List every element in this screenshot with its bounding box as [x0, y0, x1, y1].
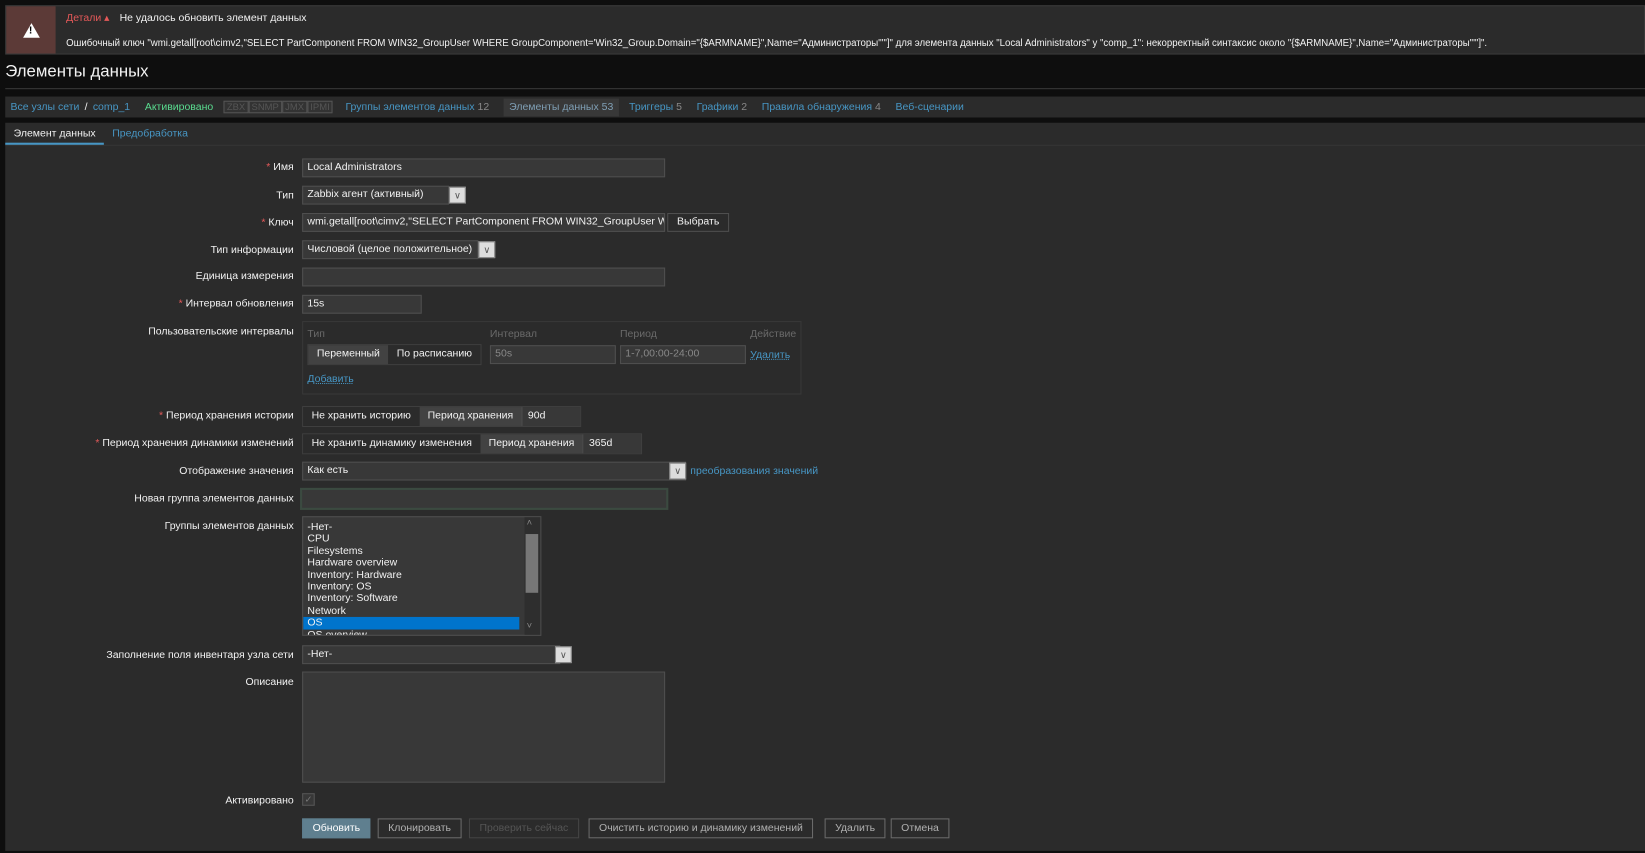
history-on-option[interactable]: Период хранения: [419, 407, 522, 426]
nav-applications[interactable]: Группы элементов данных 12: [345, 101, 489, 113]
active-tab-indicator: [5, 142, 104, 145]
scrollbar[interactable]: ˄ ˅: [524, 517, 541, 635]
chevron-down-icon[interactable]: ∨: [449, 186, 466, 204]
scrollbar-thumb[interactable]: [525, 534, 539, 593]
interval-label: * Интервал обновления: [178, 297, 294, 310]
custom-intervals-table: Тип Интервал Период Действие Переменный …: [302, 321, 802, 395]
apps-option[interactable]: OS: [303, 617, 520, 630]
history-toggle: Не хранить историю Период хранения 90d: [302, 406, 582, 428]
badge-ipmi: IPMI: [307, 100, 333, 114]
inventory-select[interactable]: -Нет-: [302, 645, 561, 665]
page-title: Элементы данных: [5, 62, 149, 81]
apps-option[interactable]: Inventory: Hardware: [303, 569, 540, 581]
valuemap-select[interactable]: Как есть: [302, 461, 687, 481]
select-key-button[interactable]: Выбрать: [667, 212, 730, 232]
description-label: Описание: [245, 676, 294, 689]
chevron-down-icon[interactable]: ∨: [669, 462, 687, 480]
apps-label: Группы элементов данных: [164, 520, 294, 532]
nav-items[interactable]: Элементы данных 53: [503, 98, 619, 116]
apps-option[interactable]: Filesystems: [303, 545, 540, 557]
name-label: * Имя: [266, 161, 294, 174]
trends-off-option[interactable]: Не хранить динамику изменения: [303, 434, 481, 454]
tab-item[interactable]: Элемент данных: [14, 128, 96, 140]
units-label: Единица измерения: [195, 270, 294, 283]
interval-input[interactable]: 15s: [302, 294, 422, 314]
nav-triggers[interactable]: Триггеры 5: [629, 101, 682, 113]
chevron-down-icon[interactable]: ∨: [554, 646, 572, 664]
history-input[interactable]: 90d: [521, 407, 581, 426]
apps-listbox[interactable]: -Нет- CPU Filesystems Hardware overview Inve…: [302, 516, 542, 636]
name-input[interactable]: Local Administrators: [302, 158, 666, 178]
info-type-label: Тип информации: [210, 244, 294, 257]
scroll-down-icon[interactable]: ˅: [527, 620, 533, 630]
add-interval-link[interactable]: Добавить: [307, 374, 353, 386]
nav-discovery-rules[interactable]: Правила обнаружения 4: [762, 101, 881, 113]
trends-input[interactable]: 365d: [582, 434, 642, 454]
new-app-input[interactable]: [300, 487, 669, 510]
col-type: Тип: [307, 328, 325, 340]
cancel-button[interactable]: Отмена: [890, 818, 950, 839]
apps-option[interactable]: Network: [303, 605, 540, 617]
nav-web-scenarios[interactable]: Веб-сценарии: [895, 101, 963, 113]
col-period: Период: [620, 328, 657, 340]
key-label: * Ключ: [261, 217, 294, 229]
delete-button[interactable]: Удалить: [824, 818, 886, 839]
error-title: Не удалось обновить элемент данных: [119, 12, 307, 25]
host-nav: Все узлы сети / comp_1 Активировано ZBX …: [5, 96, 1645, 118]
enabled-checkbox[interactable]: ✓: [302, 793, 315, 806]
host-link[interactable]: comp_1: [93, 101, 130, 113]
details-toggle[interactable]: Детали ▴: [66, 13, 109, 25]
check-now-button[interactable]: Проверить сейчас: [468, 818, 579, 839]
all-hosts-link[interactable]: Все узлы сети: [10, 101, 79, 113]
error-message-box: ! Детали ▴ Не удалось обновить элемент д…: [5, 5, 1645, 55]
description-textarea[interactable]: [302, 671, 666, 783]
badge-jmx: JMX: [281, 100, 308, 114]
col-interval: Интервал: [489, 328, 538, 340]
trends-label: * Период хранения динамики изменений: [95, 437, 294, 450]
new-app-label: Новая группа элементов данных: [134, 493, 294, 505]
trends-on-option[interactable]: Период хранения: [480, 434, 583, 454]
col-action: Действие: [750, 328, 797, 340]
flexible-option[interactable]: Переменный: [308, 345, 389, 365]
scheduling-option[interactable]: По расписанию: [388, 345, 481, 365]
custom-intervals-label: Пользовательские интервалы: [148, 326, 294, 338]
badge-zbx: ZBX: [223, 100, 249, 114]
apps-option[interactable]: Hardware overview: [303, 557, 540, 569]
apps-option[interactable]: -Нет-: [303, 521, 540, 533]
chevron-down-icon[interactable]: ∨: [478, 241, 496, 259]
breadcrumb-separator: /: [84, 101, 88, 113]
enabled-label: Активировано: [225, 795, 294, 807]
tab-preprocessing[interactable]: Предобработка: [112, 128, 188, 140]
value-mappings-link[interactable]: преобразования значений: [690, 466, 818, 478]
apps-option[interactable]: Inventory: OS: [303, 581, 540, 593]
clone-button[interactable]: Клонировать: [377, 818, 462, 839]
remove-interval-link[interactable]: Удалить: [750, 349, 790, 361]
history-label: * Период хранения истории: [159, 410, 294, 422]
error-detail: Ошибочный ключ "wmi.getall[root\cimv2,"S…: [66, 37, 1488, 49]
update-button[interactable]: Обновить: [302, 818, 371, 839]
inventory-label: Заполнение поля инвентаря узла сети: [106, 649, 294, 661]
divider: [5, 88, 1645, 90]
warning-icon: !: [6, 6, 56, 54]
custom-period-input[interactable]: 1-7,00:00-24:00: [620, 345, 746, 365]
scroll-up-icon[interactable]: ˄: [527, 517, 533, 527]
host-status[interactable]: Активировано: [145, 101, 213, 113]
valuemap-label: Отображение значения: [179, 465, 294, 478]
trends-toggle: Не хранить динамику изменения Период хра…: [302, 433, 643, 455]
apps-option[interactable]: Inventory: Software: [303, 593, 540, 605]
key-input[interactable]: wmi.getall[root\cimv2,"SELECT PartCompon…: [302, 212, 666, 232]
custom-interval-input[interactable]: 50s: [489, 345, 616, 365]
interval-type-toggle: Переменный По расписанию: [307, 344, 482, 366]
units-input[interactable]: [302, 267, 666, 287]
apps-option[interactable]: OS overview: [303, 629, 540, 635]
apps-option[interactable]: CPU: [303, 533, 540, 545]
clear-history-button[interactable]: Очистить историю и динамику изменений: [588, 818, 814, 839]
nav-graphs[interactable]: Графики 2: [697, 101, 747, 113]
badge-snmp: SNMP: [248, 100, 282, 114]
history-off-option[interactable]: Не хранить историю: [303, 407, 420, 426]
type-select[interactable]: Zabbix агент (активный): [302, 185, 450, 205]
tab-bar: Элемент данных Предобработка: [5, 122, 1645, 146]
info-type-select[interactable]: Числовой (целое положительное): [302, 240, 479, 260]
type-label: Тип: [276, 189, 294, 202]
